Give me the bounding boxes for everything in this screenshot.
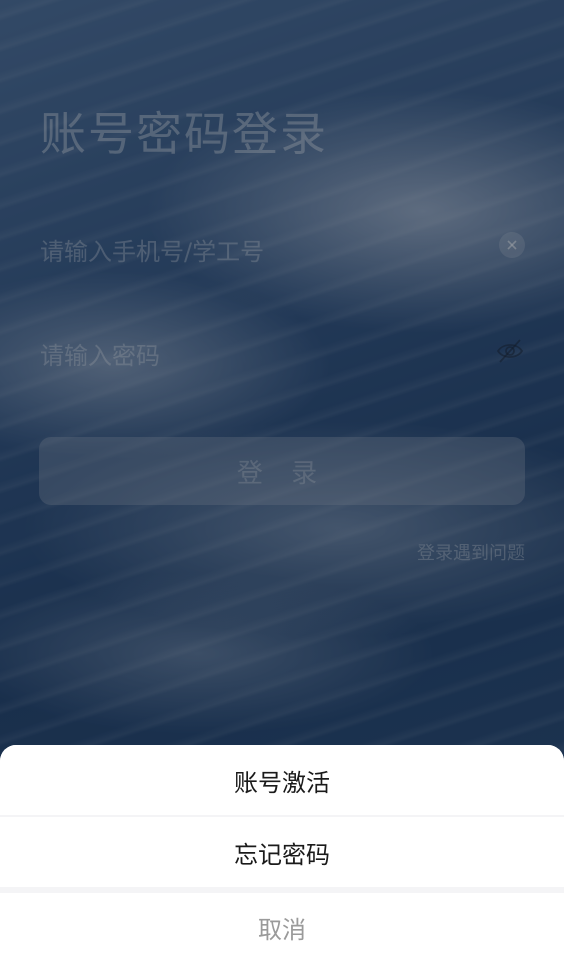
forgot-password-button[interactable]: 忘记密码 (0, 817, 564, 887)
cancel-button[interactable]: 取消 (0, 893, 564, 961)
action-sheet: 账号激活 忘记密码 取消 (0, 745, 564, 961)
account-activate-button[interactable]: 账号激活 (0, 745, 564, 815)
login-screen: 账号密码登录 请输入手机号/学工号 请输入密码 登 录 登录遇到问题 账号激活 … (0, 0, 564, 961)
